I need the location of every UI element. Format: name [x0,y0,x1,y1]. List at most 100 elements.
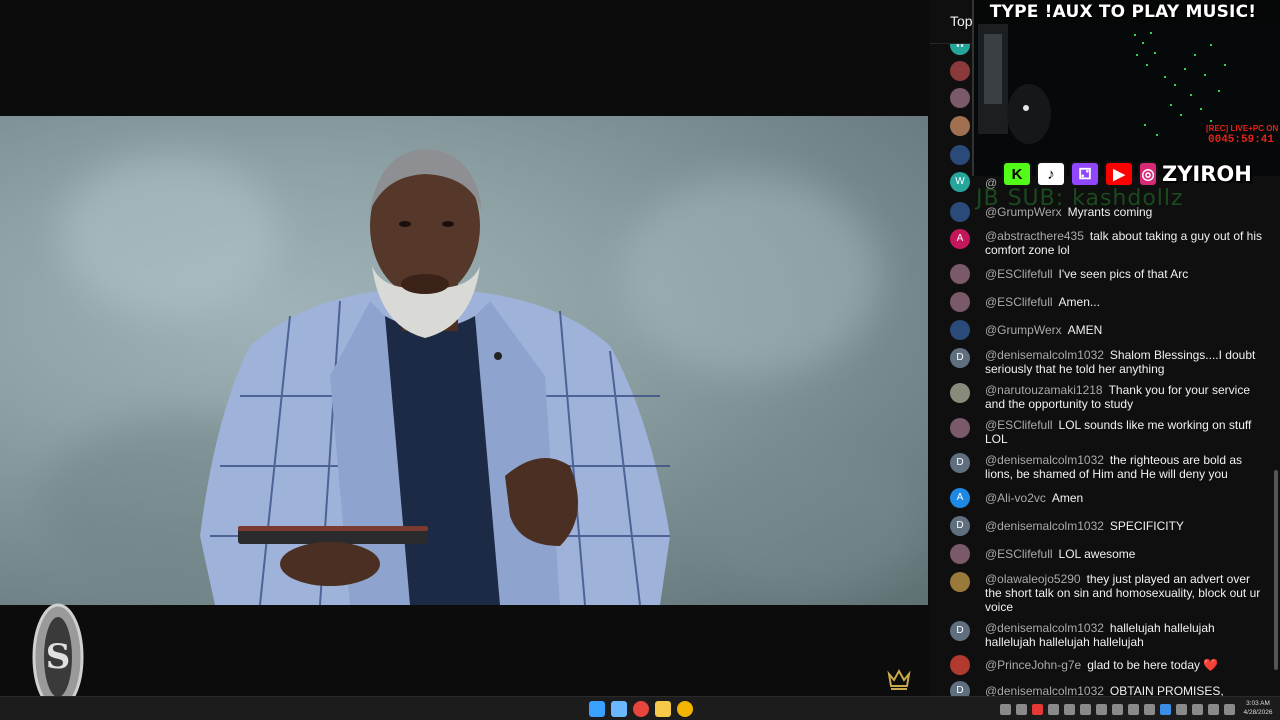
tray-icon[interactable] [1176,703,1187,715]
task-view-icon[interactable] [611,701,627,717]
chat-message-body: @denisemalcolm1032 Shalom Blessings....I … [985,348,1265,376]
tray-icon[interactable] [1112,703,1123,715]
chat-text: AMEN [1067,323,1103,337]
overlay-title: TYPE !AUX TO PLAY MUSIC! [989,2,1257,22]
network-icon[interactable] [1208,703,1219,715]
letter-avatar[interactable]: D [950,516,970,536]
tray-icon[interactable] [1048,703,1059,715]
chat-text: Amen [1051,491,1084,505]
chat-message-body: @PrinceJohn-g7e glad to be here today ❤️ [985,658,1265,672]
photo-avatar[interactable] [950,655,970,675]
tray-icon[interactable] [1192,703,1203,715]
taskbar: 3:03 AM 4/28/2026 [0,696,1280,720]
chat-message-body: @denisemalcolm1032 the righteous are bold… [985,453,1265,481]
photo-avatar[interactable] [950,383,970,403]
chat-text: OBTAIN PROMISES, [1109,684,1224,696]
chat-author[interactable]: @Ali-vo2vc [985,491,1046,505]
chat-text: Amen... [1058,295,1100,309]
chat-message-body: @ESClifefull Amen... [985,295,1265,309]
stream-overlay: TYPE !AUX TO PLAY MUSIC! [REC] LIVE+PC O… [972,0,1280,176]
chat-avatar [950,61,970,81]
chat-author[interactable]: @denisemalcolm1032 [985,684,1104,696]
chat-message-body: @denisemalcolm1032 OBTAIN PROMISES, [985,684,1265,696]
volume-icon[interactable] [1224,703,1235,715]
twitch-icon: ⚁ [1070,161,1100,187]
start-icon[interactable] [589,701,605,717]
chat-author[interactable]: @denisemalcolm1032 [985,453,1104,467]
chat-message-body: @ESClifefull I've seen pics of that Arc [985,267,1265,281]
globe-avatar[interactable] [950,320,970,340]
photo-avatar[interactable] [950,544,970,564]
letter-avatar[interactable]: D [950,348,970,368]
webcam-feed [974,24,1280,176]
photo-avatar[interactable] [950,572,970,592]
chat-message-body: @denisemalcolm1032 hallelujah hallelujah … [985,621,1265,649]
chat-scrollbar[interactable] [1274,470,1278,670]
chrome-profile-icon[interactable] [677,701,693,717]
video-frame[interactable] [0,116,928,605]
photo-avatar[interactable] [950,418,970,438]
svg-text:S: S [46,637,71,677]
chat-message-body: @ESClifefull LOL sounds like me working o… [985,418,1265,446]
kick-icon: K [1002,161,1032,187]
tiktok-icon: ♪ [1036,161,1066,187]
chat-message-body: @Ali-vo2vc Amen [985,491,1265,505]
video-player[interactable]: S [0,0,930,711]
chat-author[interactable]: @denisemalcolm1032 [985,519,1104,533]
system-tray[interactable] [1000,701,1235,717]
chat-author[interactable]: @ESClifefull [985,547,1053,561]
chat-author[interactable]: @ESClifefull [985,295,1053,309]
clock-time: 3:03 AM [1246,700,1270,707]
sub-ticker: JB SUB: kashdollz [976,186,1184,211]
chat-mode-label[interactable]: Top [950,13,973,29]
social-links-bar: K ♪ ⚁ ▶ ◎ ZYIROH [1002,160,1252,188]
chat-text: glad to be here today ❤️ [1087,658,1219,672]
chat-message-body: @ESClifefull LOL awesome [985,547,1265,561]
chat-author[interactable]: @denisemalcolm1032 [985,348,1104,362]
youtube-icon: ▶ [1104,161,1134,187]
live-status-label: [REC] LIVE+PC ON [1206,124,1279,133]
tray-icon[interactable] [1144,703,1155,715]
chat-message-body: @abstracthere435 talk about taking a guy … [985,229,1265,257]
tray-icon[interactable] [1000,703,1011,715]
live-timer: 0045:59:41 [1208,134,1275,146]
tray-icon[interactable] [1032,703,1043,715]
chat-avatar: W [950,172,970,192]
chat-author[interactable]: @olawaleojo5290 [985,572,1081,586]
chat-author[interactable]: @ESClifefull [985,267,1053,281]
file-explorer-icon[interactable] [655,701,671,717]
tray-icon[interactable] [1080,703,1091,715]
social-handle: ZYIROH [1162,162,1252,186]
chat-message-body: @denisemalcolm1032 SPECIFICITY [985,519,1265,533]
chat-author[interactable]: @PrinceJohn-g7e [985,658,1081,672]
letter-avatar[interactable]: A [950,229,970,249]
chat-message-body: @narutouzamaki1218 Thank you for your ser… [985,383,1265,411]
tray-icon[interactable] [1096,703,1107,715]
letter-avatar[interactable]: D [950,453,970,473]
photo-avatar[interactable] [950,264,970,284]
chat-author[interactable]: @ESClifefull [985,418,1053,432]
chrome-icon[interactable] [633,701,649,717]
globe-avatar[interactable] [950,202,970,222]
chat-text: SPECIFICITY [1109,519,1184,533]
photo-avatar[interactable] [950,292,970,312]
taskbar-clock[interactable]: 3:03 AM 4/28/2026 [1240,699,1276,717]
chat-avatar [950,116,970,136]
letter-avatar[interactable]: D [950,621,970,641]
chat-text: I've seen pics of that Arc [1058,267,1189,281]
chat-text: LOL awesome [1058,547,1136,561]
chat-message-body: @GrumpWerx AMEN [985,323,1265,337]
speaker-figure [200,149,670,605]
chat-author[interactable]: @narutouzamaki1218 [985,383,1103,397]
chat-author[interactable]: @abstracthere435 [985,229,1084,243]
instagram-icon: ◎ [1138,161,1158,187]
letter-avatar[interactable]: D [950,681,970,696]
chat-avatar [950,88,970,108]
tray-icon[interactable] [1160,703,1171,715]
tray-icon[interactable] [1064,703,1075,715]
tray-icon[interactable] [1128,703,1139,715]
chat-author[interactable]: @GrumpWerx [985,323,1062,337]
chat-author[interactable]: @denisemalcolm1032 [985,621,1104,635]
letter-avatar[interactable]: A [950,488,970,508]
tray-icon[interactable] [1016,703,1027,715]
